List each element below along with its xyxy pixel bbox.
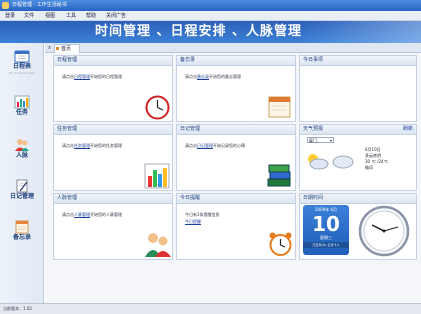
task-chart-icon [14, 95, 30, 109]
panel-title: 日程管理 [54, 56, 172, 66]
sidebar-item-label: 人脉 [15, 152, 28, 159]
panel-schedule: 日程管理 请点击日程管理开始您的日程管理 [53, 55, 173, 122]
alarm-clock-icon [269, 232, 292, 256]
panel-task: 任务管理 请点击任务管理开始您的任务管理 [53, 124, 173, 191]
contacts-icon [15, 139, 29, 151]
panel-reminder: 今日提醒 今日有1条提醒信息 今日提醒 [176, 193, 296, 260]
close-tab-icon[interactable]: x [48, 45, 51, 51]
menu-view[interactable]: 视图 [45, 12, 55, 20]
menu-login[interactable]: 登录 [5, 12, 15, 20]
sidebar-item-label: 日记管理 [9, 193, 34, 200]
calendar-icon [14, 50, 30, 63]
sidebar-item-label: 日程表 [12, 63, 31, 70]
schedule-link[interactable]: 日程管理 [74, 74, 90, 79]
panel-description: 请点击备忘录开始您的备忘管理 [185, 74, 241, 79]
sidebar-item-contacts[interactable]: 人脉 [0, 138, 44, 160]
sidebar-item-label: 任务 [15, 109, 28, 116]
sidebar-item-diary[interactable]: 日记管理 [0, 179, 44, 201]
memo-link[interactable]: 备忘录 [197, 74, 209, 79]
panel-title: 任务管理 [54, 125, 172, 135]
calendar-day: 10 [312, 212, 340, 236]
cloudy-icon [332, 155, 354, 169]
panel-contacts: 人脉管理 请点击人脉管理开始您的人脉管理 [53, 193, 173, 260]
menu-close-ad[interactable]: 关闭广告 [106, 12, 126, 20]
sidebar-item-task[interactable]: 任务 [0, 95, 44, 117]
reminder-link[interactable]: 今日提醒 [185, 219, 201, 224]
tab-label: 首页 [61, 46, 72, 52]
tab-bar: x 首页 [45, 43, 421, 53]
weather-wind: 微风 [365, 165, 373, 170]
sidebar-item-sublabel: My Schedule Plan [8, 71, 36, 75]
sidebar: 日程表 My Schedule Plan 任务 人脉 日记管理 备忘录 [0, 43, 44, 303]
clock-icon [145, 95, 170, 120]
contacts-link[interactable]: 人脉管理 [74, 212, 90, 217]
reminder-count: 今日有1条提醒信息 [185, 212, 220, 217]
reminder-info: 今日有1条提醒信息 今日提醒 [185, 211, 220, 225]
panel-description: 请点击日程管理开始您的日程管理 [62, 74, 122, 79]
window-titlebar: 日程管理 · 工作生活秘书 [0, 0, 421, 11]
panel-title: 备忘录 [177, 56, 295, 66]
status-bar: 当前版本：1.02 [0, 303, 421, 314]
panel-title: 今日提醒 [177, 194, 295, 204]
menu-file[interactable]: 文件 [24, 12, 34, 20]
window-title: 日程管理 · 工作生活秘书 [12, 2, 67, 8]
books-icon [267, 164, 291, 187]
app-icon [2, 2, 9, 9]
panel-description: 请点击人脉管理开始您的人脉管理 [62, 212, 122, 217]
sidebar-item-memo[interactable]: 备忘录 [0, 220, 44, 242]
menu-help[interactable]: 帮助 [86, 12, 96, 20]
tab-home[interactable]: 首页 [54, 44, 80, 53]
version-text: 当前版本：1.02 [3, 306, 32, 311]
panel-diary: 日记管理 请点击日记管理开始记录您的心情 [176, 124, 296, 191]
panel-title: 天气预报 [300, 125, 416, 135]
calendar-lunar: 己丑年(牛) 五月十八 [303, 242, 349, 248]
task-link[interactable]: 任务管理 [74, 143, 90, 148]
menu-bar: 登录 文件 视图 工具 帮助 关闭广告 [0, 11, 421, 21]
header-banner: 时间管理 、日程安排 、人脉管理 [0, 21, 421, 43]
refresh-link[interactable]: 刷新 [403, 126, 413, 133]
panel-title: 日期时间 [300, 194, 416, 204]
dashboard: 日程管理 请点击日程管理开始您的日程管理 备忘录 请点击备忘录开始您的备忘管理 … [45, 53, 421, 303]
calendar-weekday: 星期三 [320, 235, 332, 240]
panel-datetime: 日期时间 2009年 6月 10 星期三 己丑年(牛) 五月十八 [299, 193, 417, 260]
banner-decoration [301, 21, 421, 43]
sidebar-item-label: 备忘录 [12, 234, 31, 241]
panel-description: 请点击任务管理开始您的任务管理 [62, 143, 122, 148]
bar-chart-icon [144, 163, 170, 189]
panel-title: 日记管理 [177, 125, 295, 135]
panel-title: 今日事项 [300, 56, 416, 66]
notepad-icon [268, 96, 291, 118]
diary-icon [16, 179, 28, 193]
diary-link[interactable]: 日记管理 [197, 143, 213, 148]
panel-memo: 备忘录 请点击备忘录开始您的备忘管理 [176, 55, 296, 122]
panel-today: 今日事项 [299, 55, 417, 122]
sidebar-item-schedule[interactable]: 日程表 My Schedule Plan [0, 49, 44, 75]
panel-weather: 天气预报 刷新 厦门 6月10日 多云转阴 30 ℃ /24℃ 微风 [299, 124, 417, 191]
analog-clock-icon [358, 205, 410, 257]
menu-tools[interactable]: 工具 [66, 12, 76, 20]
sunny-cloud-icon [308, 154, 329, 170]
home-icon [56, 47, 59, 50]
panel-title: 人脉管理 [54, 194, 172, 204]
people-icon [145, 233, 171, 257]
weather-info: 6月10日 多云转阴 30 ℃ /24℃ 微风 [365, 147, 388, 171]
city-select[interactable]: 厦门 [307, 137, 334, 143]
banner-title: 时间管理 、日程安排 、人脉管理 [95, 24, 303, 39]
memo-icon [15, 220, 29, 234]
panel-description: 请点击日记管理开始记录您的心情 [185, 143, 245, 148]
calendar-widget: 2009年 6月 10 星期三 己丑年(牛) 五月十八 [303, 205, 349, 255]
